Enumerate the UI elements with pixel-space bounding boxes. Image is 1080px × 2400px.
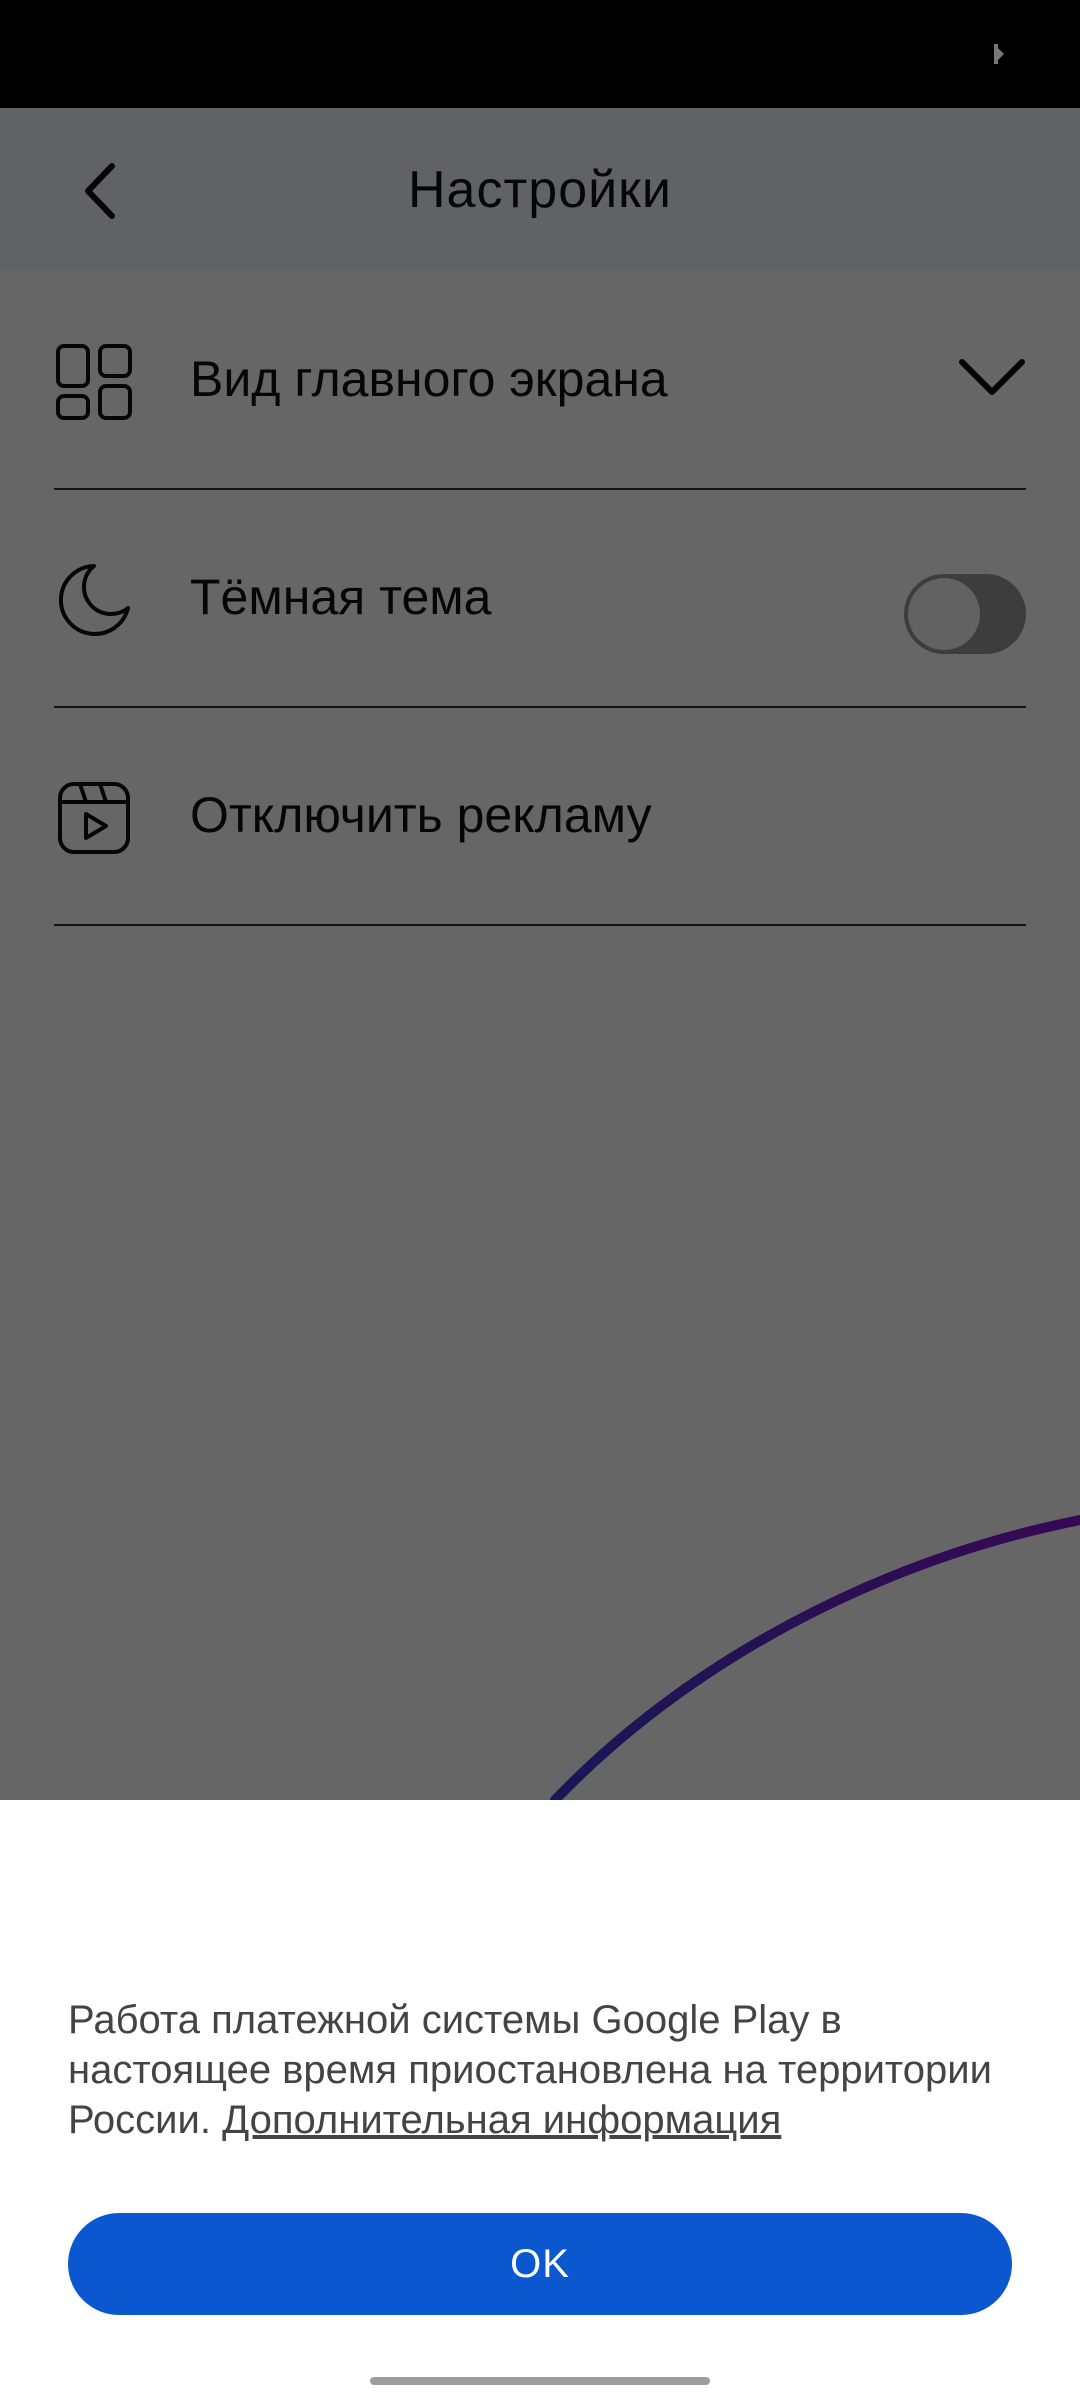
settings-list: Вид главного экрана Тёмная тема Отключит…: [0, 270, 1080, 1800]
page-title: Настройки: [408, 161, 672, 219]
app-bar: Настройки: [0, 108, 1080, 270]
status-bar: [0, 0, 1080, 108]
more-info-link[interactable]: Дополнительная информация: [222, 2098, 781, 2142]
home-indicator[interactable]: [370, 2377, 710, 2385]
ok-button[interactable]: OK: [68, 2213, 1012, 2315]
notice-message: Работа платежной системы Google Play в н…: [68, 1995, 1028, 2145]
payment-notice-sheet: Работа платежной системы Google Play в н…: [0, 1800, 1080, 2400]
decorative-arc: [550, 1515, 1080, 1800]
status-indicator-icon: [994, 44, 1004, 64]
